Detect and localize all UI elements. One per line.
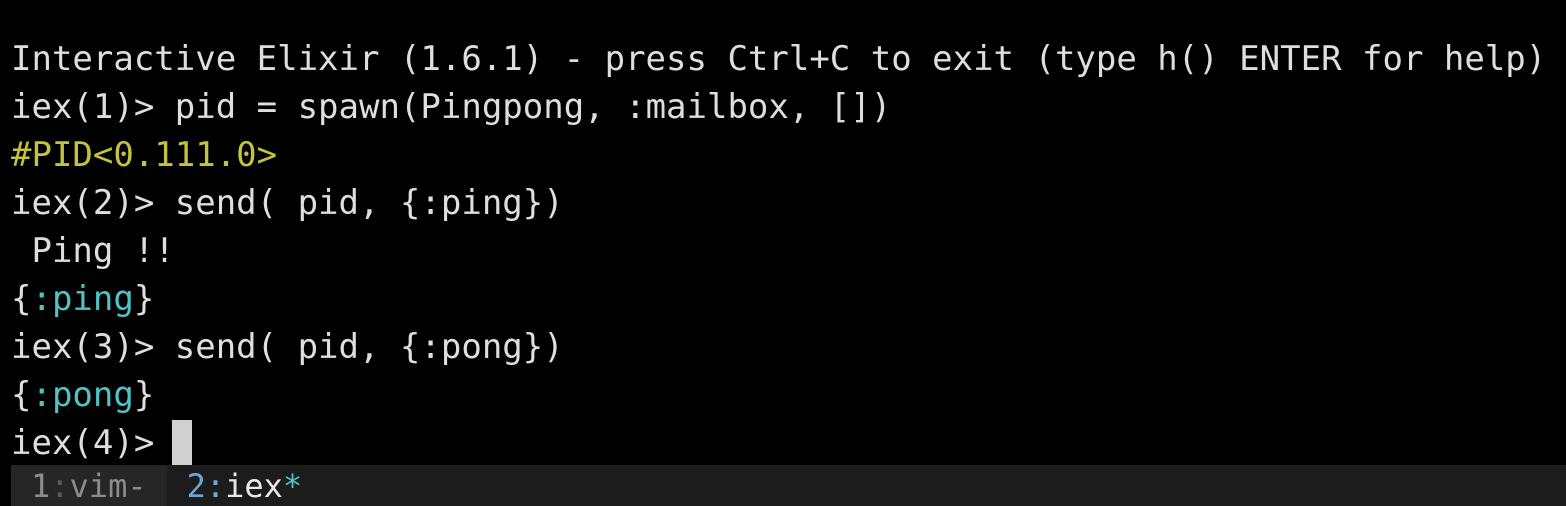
terminal-window[interactable]: Interactive Elixir (1.6.1) - press Ctrl+… — [0, 0, 1566, 506]
command-text: pid = spawn(Pingpong, :mailbox, []) — [154, 87, 892, 127]
banner-line: Interactive Elixir (1.6.1) - press Ctrl+… — [11, 35, 1566, 83]
window-name: iex — [225, 466, 283, 505]
window-index: 2 — [186, 466, 206, 505]
text-cursor — [172, 419, 193, 466]
atom-value: :ping — [31, 279, 134, 319]
window-name: vim- — [69, 466, 147, 505]
tuple-open: { — [11, 375, 32, 415]
tuple-close: } — [133, 279, 155, 319]
command-text: send( pid, {:pong}) — [154, 327, 564, 367]
output-line: #PID<0.111.0> — [11, 131, 1566, 179]
print-output: Ping !! — [11, 231, 175, 271]
window-tab-iex[interactable]: 2: iex * — [166, 465, 323, 506]
window-index: 1 — [31, 466, 51, 505]
tuple-close: } — [133, 375, 155, 415]
tmux-status-bar: 1: vim- 2: iex * — [11, 465, 1566, 506]
window-separator: : — [50, 466, 70, 505]
window-tab-vim[interactable]: 1: vim- — [11, 465, 167, 506]
iex-prompt: iex(2)> — [11, 183, 155, 223]
command-text: send( pid, {:ping}) — [154, 183, 564, 223]
iex-prompt: iex(3)> — [11, 327, 155, 367]
output-line: {:ping} — [11, 275, 1566, 323]
iex-prompt: iex(4)> — [11, 423, 155, 463]
input-line: iex(3)> send( pid, {:pong}) — [11, 323, 1566, 371]
output-line: {:pong} — [11, 371, 1566, 419]
active-input-line[interactable]: iex(4)> — [11, 419, 1566, 467]
pid-output: #PID<0.111.0> — [11, 135, 278, 175]
atom-value: :pong — [31, 375, 134, 415]
window-separator: : — [205, 466, 226, 505]
terminal-output: Interactive Elixir (1.6.1) - press Ctrl+… — [11, 35, 1566, 467]
tuple-open: { — [11, 279, 32, 319]
iex-prompt: iex(1)> — [11, 87, 155, 127]
input-line: iex(2)> send( pid, {:ping}) — [11, 179, 1566, 227]
input-line: iex(1)> pid = spawn(Pingpong, :mailbox, … — [11, 83, 1566, 131]
window-active-flag: * — [282, 466, 303, 505]
banner-text: Interactive Elixir (1.6.1) - press Ctrl+… — [11, 39, 1547, 79]
output-line: Ping !! — [11, 227, 1566, 275]
